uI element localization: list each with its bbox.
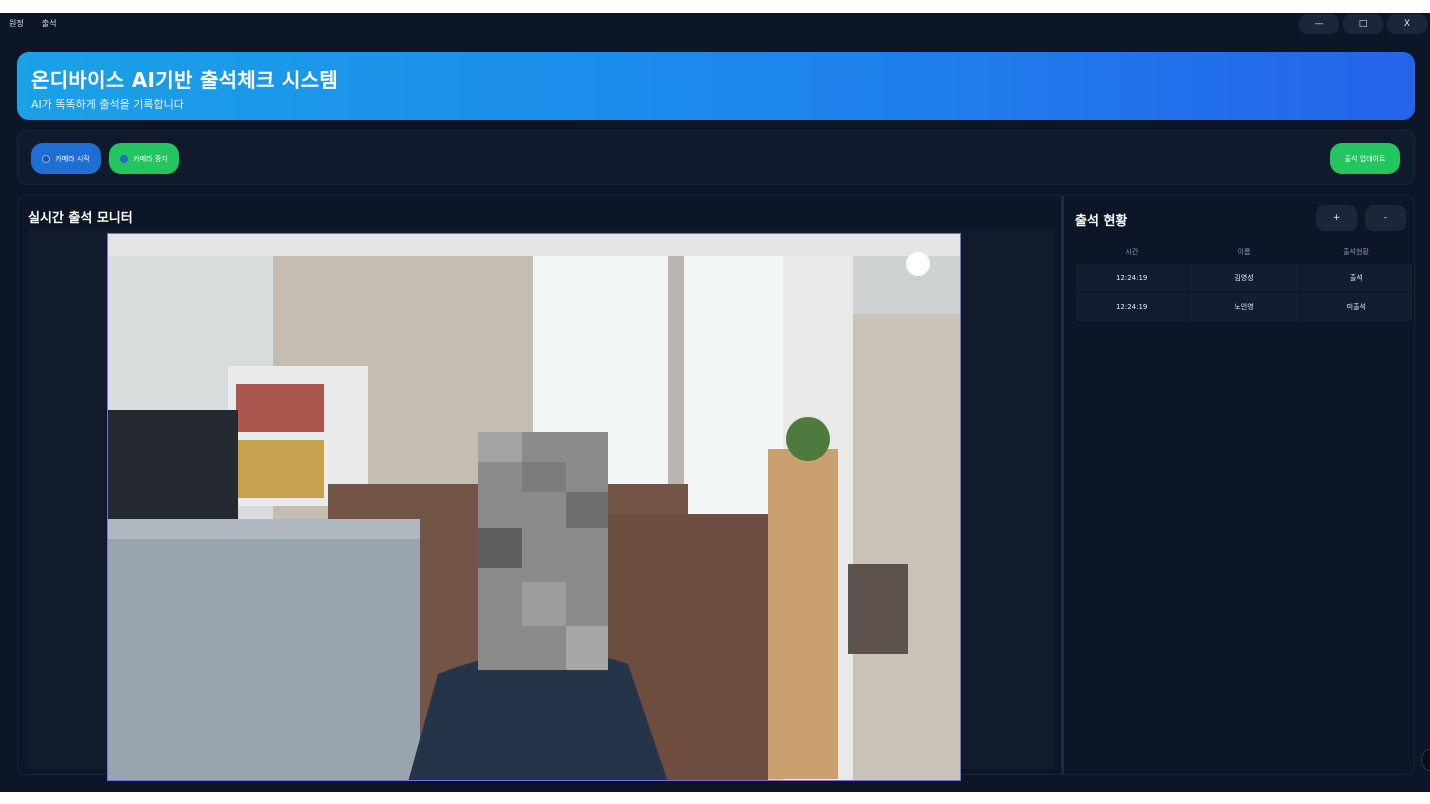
toolbar: 카메라 시작 카메라 중지 출석 업데이트	[17, 130, 1415, 185]
page-subtitle: AI가 똑똑하게 출석을 기록합니다	[31, 98, 184, 111]
minimize-button[interactable]: —	[1299, 14, 1339, 34]
remove-button[interactable]: -	[1365, 205, 1406, 231]
table-row[interactable]: 12:24:19 김영성 출석	[1076, 264, 1412, 292]
camera-start-icon	[42, 154, 51, 163]
page-title: 온디바이스 AI기반 출석체크 시스템	[31, 68, 339, 92]
menu-item-wonjeong[interactable]: 원정	[9, 18, 24, 29]
column-header-status: 출석현황	[1343, 248, 1369, 256]
video-area	[28, 229, 1054, 781]
attendance-update-button[interactable]: 출석 업데이트	[1330, 143, 1400, 174]
camera-start-button[interactable]: 카메라 시작	[31, 143, 101, 174]
camera-stop-label: 카메라 중지	[133, 154, 168, 163]
table-row[interactable]: 12:24:19 노인영 미출석	[1076, 293, 1412, 321]
table-header: 시간 이름 출석현황	[1076, 243, 1412, 261]
close-button[interactable]: X	[1387, 14, 1427, 34]
column-header-time: 시간	[1125, 248, 1139, 256]
cell-name: 노인영	[1188, 293, 1301, 321]
camera-start-label: 카메라 시작	[55, 154, 90, 163]
cell-time: 12:24:19	[1076, 293, 1189, 321]
app-window: 원정 출석 — □ X 온디바이스 AI기반 출석체크 시스템 AI가 똑똑하게…	[0, 13, 1430, 792]
app-header: 온디바이스 AI기반 출석체크 시스템 AI가 똑똑하게 출석을 기록합니다	[17, 52, 1415, 120]
monitor-title: 실시간 출석 모니터	[28, 211, 133, 226]
attendance-title: 출석 현황	[1075, 214, 1128, 229]
cell-time: 12:24:19	[1076, 264, 1189, 292]
camera-feed	[107, 233, 961, 781]
cell-name: 김영성	[1188, 264, 1301, 292]
main-content: 실시간 출석 모니터 출석 현황 + - 시간 이름 출석현황 12:24:19…	[17, 195, 1415, 781]
monitor-section: 실시간 출석 모니터	[18, 196, 1064, 781]
camera-stop-icon	[120, 154, 129, 163]
menu-item-attendance[interactable]: 출석	[42, 18, 57, 29]
camera-feed-image	[108, 234, 960, 780]
cell-status: 출석	[1349, 274, 1363, 282]
camera-stop-button[interactable]: 카메라 중지	[109, 143, 179, 174]
attendance-panel: 출석 현황 + - 시간 이름 출석현황 12:24:19 김영성 출석 12:…	[1068, 196, 1414, 774]
maximize-button[interactable]: □	[1343, 14, 1383, 34]
column-header-name: 이름	[1237, 248, 1251, 256]
add-button[interactable]: +	[1316, 205, 1357, 231]
cell-status: 미출석	[1346, 303, 1366, 311]
menu-bar: 원정 출석	[0, 13, 300, 33]
